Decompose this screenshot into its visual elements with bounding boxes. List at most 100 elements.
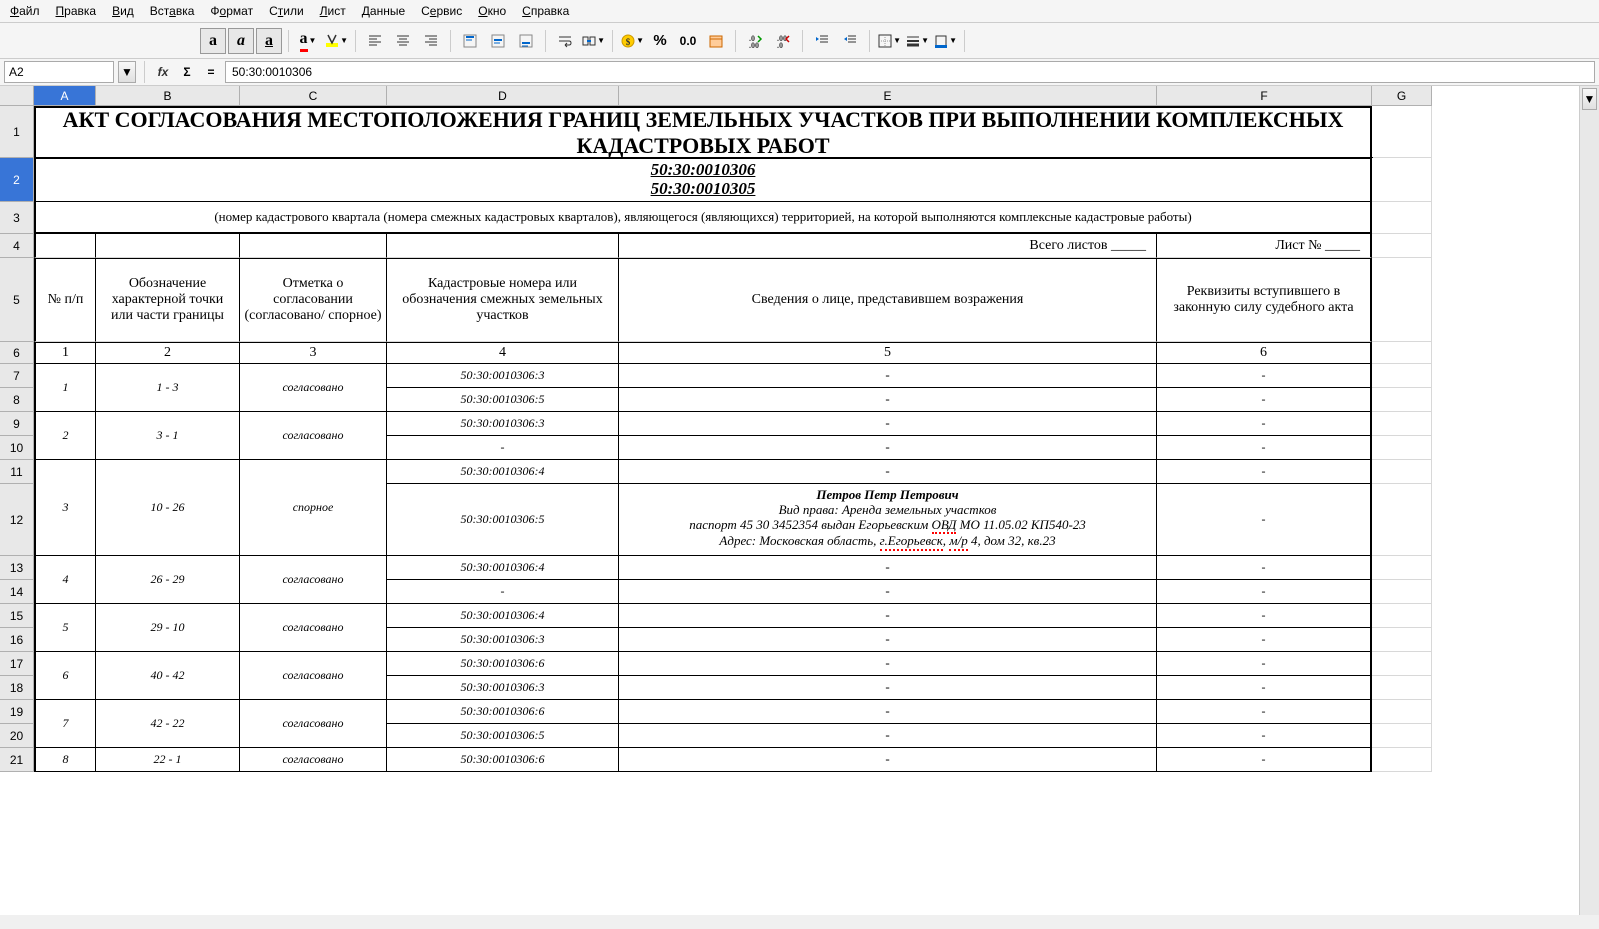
menu-file[interactable]: Файл <box>4 2 46 20</box>
border-style-button[interactable]: ▼ <box>904 28 930 54</box>
cell[interactable] <box>1372 460 1432 484</box>
row-header-8[interactable]: 8 <box>0 388 34 412</box>
sheet-number[interactable]: Лист № _____ <box>1157 234 1372 258</box>
col-header-b[interactable]: B <box>96 86 240 106</box>
menu-styles[interactable]: Стили <box>263 2 310 20</box>
row-header-4[interactable]: 4 <box>0 234 34 258</box>
menu-format[interactable]: Формат <box>204 2 259 20</box>
row-header-7[interactable]: 7 <box>0 364 34 388</box>
cell[interactable] <box>1372 700 1432 724</box>
align-left-button[interactable] <box>362 28 388 54</box>
row-header-14[interactable]: 14 <box>0 580 34 604</box>
wrap-text-button[interactable] <box>552 28 578 54</box>
sum-button[interactable]: Σ <box>177 62 197 82</box>
cell-reference-input[interactable] <box>4 61 114 83</box>
cell-reference-dropdown[interactable]: ▼ <box>118 61 136 83</box>
menu-insert[interactable]: Вставка <box>144 2 201 20</box>
row-header-15[interactable]: 15 <box>0 604 34 628</box>
cell[interactable] <box>1372 676 1432 700</box>
cell[interactable] <box>1372 234 1432 258</box>
col-header-c[interactable]: C <box>240 86 387 106</box>
menu-data[interactable]: Данные <box>356 2 411 20</box>
cell[interactable] <box>1372 388 1432 412</box>
formula-button[interactable]: = <box>201 62 221 82</box>
col-header-a[interactable]: A <box>34 86 96 106</box>
cell[interactable] <box>1372 202 1432 234</box>
cell[interactable] <box>1372 652 1432 676</box>
row-header-1[interactable]: 1 <box>0 106 34 158</box>
menu-edit[interactable]: Правка <box>50 2 103 20</box>
row-header-13[interactable]: 13 <box>0 556 34 580</box>
increase-indent-button[interactable] <box>809 28 835 54</box>
cell[interactable] <box>1372 258 1432 342</box>
cell[interactable] <box>240 234 387 258</box>
sidebar-dropdown[interactable]: ▼ <box>1582 88 1597 110</box>
cell[interactable] <box>1372 106 1432 158</box>
col-header-e[interactable]: E <box>619 86 1157 106</box>
menu-window[interactable]: Окно <box>472 2 512 20</box>
row-header-19[interactable]: 19 <box>0 700 34 724</box>
font-color-button[interactable]: a▼ <box>295 28 321 54</box>
align-center-button[interactable] <box>390 28 416 54</box>
underline-button[interactable]: a <box>256 28 282 54</box>
row-header-5[interactable]: 5 <box>0 258 34 342</box>
percent-button[interactable]: % <box>647 28 673 54</box>
row-header-16[interactable]: 16 <box>0 628 34 652</box>
col-header-d[interactable]: D <box>387 86 619 106</box>
cell[interactable] <box>1372 748 1432 772</box>
row-header-3[interactable]: 3 <box>0 202 34 234</box>
cell[interactable] <box>1372 484 1432 556</box>
cell[interactable] <box>96 234 240 258</box>
menu-help[interactable]: Справка <box>516 2 575 20</box>
menu-view[interactable]: Вид <box>106 2 140 20</box>
row-header-2[interactable]: 2 <box>0 158 34 202</box>
borders-button[interactable]: ▼ <box>876 28 902 54</box>
merge-cells-button[interactable]: ▼ <box>580 28 606 54</box>
total-sheets[interactable]: Всего листов _____ <box>619 234 1157 258</box>
row-header-20[interactable]: 20 <box>0 724 34 748</box>
formula-input[interactable] <box>225 61 1595 83</box>
row-header-6[interactable]: 6 <box>0 342 34 364</box>
row-header-21[interactable]: 21 <box>0 748 34 772</box>
spreadsheet-grid[interactable]: A B C D E F G 1 АКТ СОГЛАСОВАНИЯ МЕСТОПО… <box>0 86 1579 915</box>
row-header-11[interactable]: 11 <box>0 460 34 484</box>
highlight-button[interactable]: ▼ <box>323 28 349 54</box>
cell[interactable] <box>1372 628 1432 652</box>
number-format-button[interactable]: 0.0 <box>675 28 701 54</box>
menu-sheet[interactable]: Лист <box>314 2 352 20</box>
currency-button[interactable]: $▼ <box>619 28 645 54</box>
decrease-decimal-button[interactable]: .00.0 <box>770 28 796 54</box>
cell[interactable] <box>1372 556 1432 580</box>
cell[interactable] <box>34 234 96 258</box>
align-bottom-button[interactable] <box>513 28 539 54</box>
italic-button[interactable]: a <box>228 28 254 54</box>
align-right-button[interactable] <box>418 28 444 54</box>
increase-decimal-button[interactable]: .0.00 <box>742 28 768 54</box>
cell[interactable] <box>1372 158 1432 202</box>
cell[interactable] <box>1372 604 1432 628</box>
cadastral-numbers[interactable]: 50:30:0010306 50:30:0010305 <box>34 158 1372 202</box>
cell[interactable] <box>1372 580 1432 604</box>
border-color-button[interactable]: ▼ <box>932 28 958 54</box>
align-middle-button[interactable] <box>485 28 511 54</box>
cell[interactable] <box>1372 724 1432 748</box>
row-header-9[interactable]: 9 <box>0 412 34 436</box>
select-all-corner[interactable] <box>0 86 34 106</box>
align-top-button[interactable] <box>457 28 483 54</box>
cell[interactable] <box>387 234 619 258</box>
col-header-f[interactable]: F <box>1157 86 1372 106</box>
cell[interactable] <box>1372 342 1432 364</box>
col-header-g[interactable]: G <box>1372 86 1432 106</box>
bold-button[interactable]: a <box>200 28 226 54</box>
menu-tools[interactable]: Сервис <box>415 2 468 20</box>
cell[interactable] <box>1372 364 1432 388</box>
date-format-button[interactable] <box>703 28 729 54</box>
row-header-12[interactable]: 12 <box>0 484 34 556</box>
decrease-indent-button[interactable] <box>837 28 863 54</box>
function-wizard-button[interactable]: fx <box>153 62 173 82</box>
row-header-18[interactable]: 18 <box>0 676 34 700</box>
row-header-17[interactable]: 17 <box>0 652 34 676</box>
cell[interactable] <box>1372 436 1432 460</box>
cell[interactable] <box>1372 412 1432 436</box>
row-header-10[interactable]: 10 <box>0 436 34 460</box>
